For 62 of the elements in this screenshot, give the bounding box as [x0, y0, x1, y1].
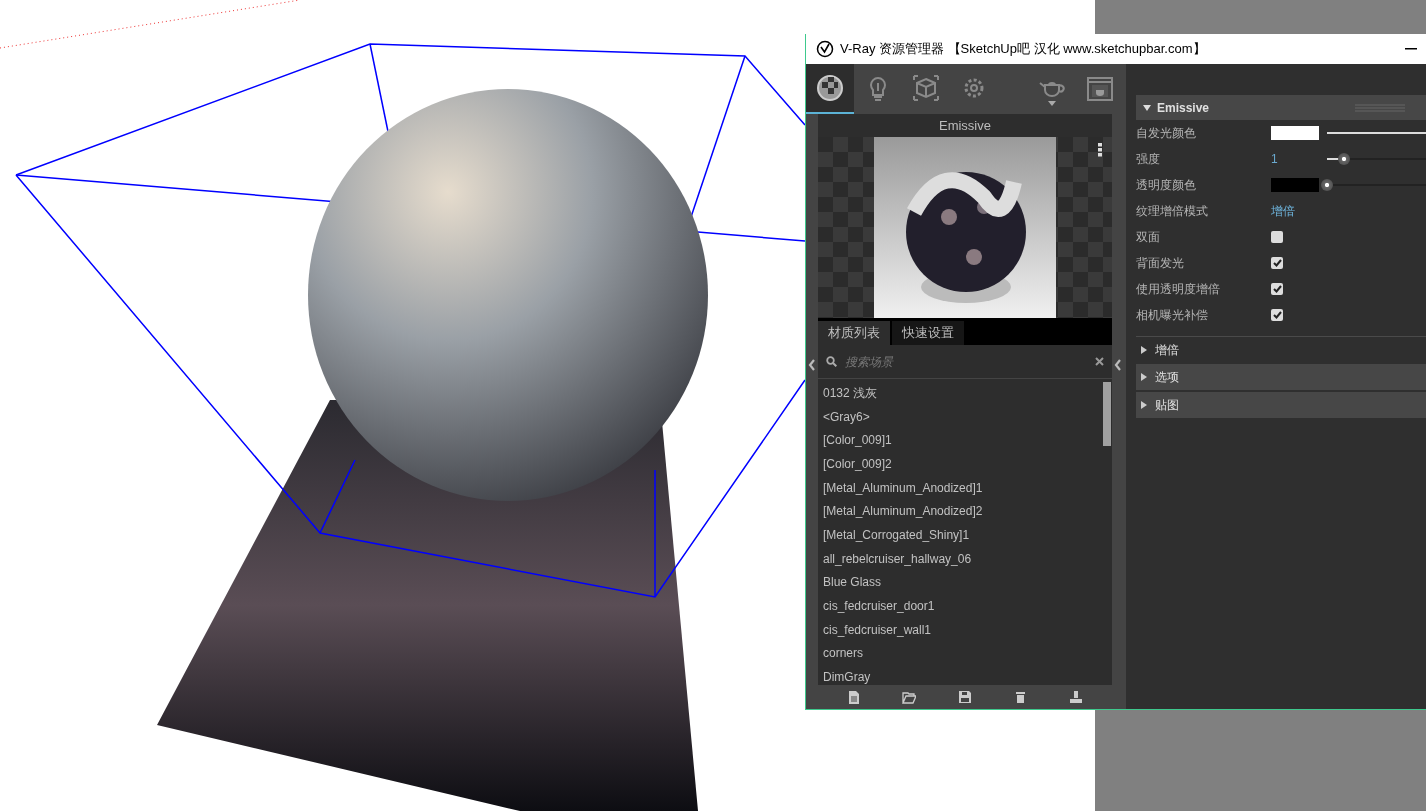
vray-logo-icon	[816, 40, 834, 58]
checkbox[interactable]	[1271, 231, 1283, 243]
material-list-item[interactable]: [Color_009]1	[823, 428, 1103, 453]
property-label: 自发光颜色	[1136, 125, 1197, 142]
dropdown-caret-icon	[1048, 100, 1056, 106]
search-icon	[826, 356, 837, 367]
property-label: 透明度颜色	[1136, 177, 1197, 194]
slider-thumb[interactable]	[1321, 179, 1333, 191]
checker-sphere-icon	[816, 74, 844, 102]
tool-button[interactable]	[846, 690, 861, 704]
material-list-item[interactable]: DimGray	[823, 665, 1103, 685]
property-label: 背面发光	[1136, 255, 1185, 272]
frame-buffer-icon	[1086, 75, 1114, 103]
trash-can-icon	[1013, 690, 1028, 704]
section-header[interactable]: 增倍	[1136, 336, 1426, 362]
document-icon	[846, 690, 861, 704]
list-tab[interactable]: 快速设置	[892, 321, 964, 345]
window-title: V-Ray 资源管理器 【SketchUp吧 汉化 www.sketchupbar.com】	[840, 40, 1206, 59]
checkbox[interactable]	[1271, 309, 1283, 321]
section-title: 增倍	[1155, 341, 1179, 359]
section-header[interactable]: 选项	[1136, 364, 1426, 390]
more-options-icon[interactable]	[1098, 143, 1102, 157]
section-title: 选项	[1155, 369, 1179, 386]
material-list-item[interactable]: <Gray6>	[823, 404, 1103, 429]
checkbox[interactable]	[1271, 257, 1283, 269]
color-swatch[interactable]	[1271, 178, 1319, 192]
scrollbar-thumb[interactable]	[1103, 382, 1111, 446]
section-header[interactable]: Emissive	[1136, 95, 1426, 120]
tool-button[interactable]	[1013, 690, 1028, 704]
tool-button[interactable]	[902, 690, 917, 704]
property-label: 双面	[1136, 229, 1161, 246]
dropdown-value[interactable]: 增倍	[1271, 202, 1295, 220]
cube-icon	[912, 74, 940, 102]
material-list-item[interactable]: [Metal_Aluminum_Anodized]2	[823, 499, 1103, 524]
material-list-item[interactable]: [Color_009]2	[823, 452, 1103, 476]
material-list-item[interactable]: cis_fedcruiser_wall1	[823, 617, 1103, 642]
material-list-item[interactable]: 0132 浅灰	[823, 381, 1103, 405]
material-list-item[interactable]: Blue Glass	[823, 570, 1103, 595]
clear-icon[interactable]	[1095, 357, 1104, 366]
section-title: 贴图	[1155, 397, 1179, 414]
material-list-item[interactable]: all_rebelcruiser_hallway_06	[823, 546, 1103, 571]
minimize-icon	[1405, 48, 1417, 50]
preview-title: Emissive	[938, 116, 992, 135]
folder-icon	[902, 690, 917, 704]
material-list-item[interactable]: corners	[823, 641, 1103, 666]
property-label: 相机曝光补偿	[1136, 307, 1209, 324]
property-label: 使用透明度增倍	[1136, 281, 1221, 298]
slider-thumb[interactable]	[1337, 153, 1350, 165]
number-value[interactable]: 1	[1271, 150, 1319, 168]
search-field[interactable]: 搜索场景	[843, 351, 1089, 372]
checkbox[interactable]	[1271, 283, 1283, 295]
property-label: 纹理增倍模式	[1136, 203, 1209, 220]
section-title: Emissive	[1157, 99, 1210, 117]
list-tab[interactable]: 材质列表	[818, 321, 890, 345]
section-header[interactable]: 贴图	[1136, 392, 1426, 418]
material-list-item[interactable]: cis_fedcruiser_door1	[823, 594, 1103, 618]
material-list-item[interactable]: [Metal_Aluminum_Anodized]1	[823, 475, 1103, 500]
property-label: 强度	[1136, 151, 1161, 168]
toolbar-tab[interactable]	[806, 64, 854, 114]
color-swatch[interactable]	[1271, 126, 1319, 140]
material-list-item[interactable]: [Metal_Corrogated_Shiny]1	[823, 523, 1103, 547]
tool-button[interactable]	[958, 690, 972, 704]
